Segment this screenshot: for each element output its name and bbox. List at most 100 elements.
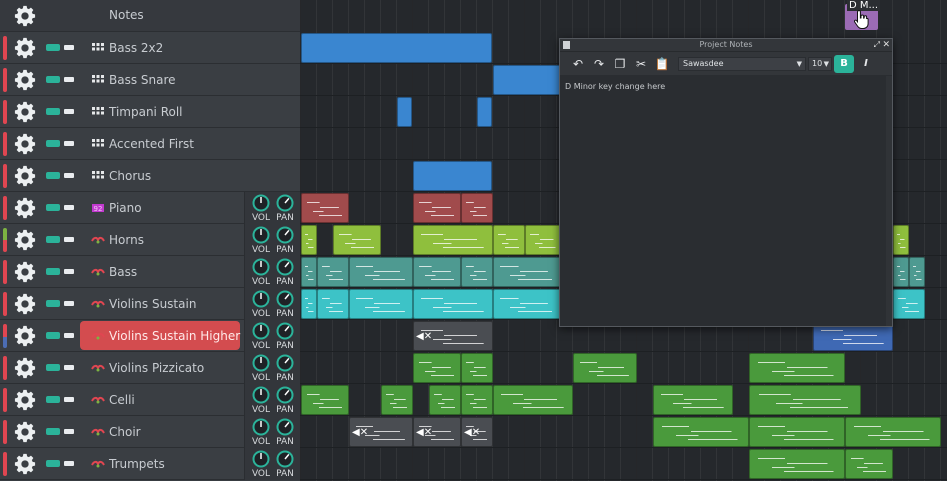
pattern-clip[interactable] — [317, 289, 349, 319]
mute-toggle[interactable] — [46, 460, 60, 467]
pattern-clip[interactable] — [333, 225, 381, 255]
knob-icon[interactable] — [252, 418, 270, 436]
solo-toggle[interactable] — [64, 269, 74, 274]
track-color-strip[interactable] — [3, 452, 7, 476]
gear-icon[interactable] — [14, 453, 36, 475]
solo-toggle[interactable] — [64, 237, 74, 242]
pattern-clip[interactable] — [893, 289, 925, 319]
gear-icon[interactable] — [14, 165, 36, 187]
knob-icon[interactable] — [252, 194, 270, 212]
mute-toggle[interactable] — [46, 172, 60, 179]
mute-toggle[interactable] — [46, 268, 60, 275]
pattern-clip[interactable] — [461, 353, 493, 383]
pattern-clip[interactable] — [301, 225, 317, 255]
solo-toggle[interactable] — [64, 45, 74, 50]
track-color-strip[interactable] — [3, 388, 7, 412]
track-color-strip[interactable] — [3, 260, 7, 284]
knob-icon[interactable] — [276, 226, 294, 244]
italic-button[interactable]: I — [859, 56, 873, 72]
knob-icon[interactable] — [252, 386, 270, 404]
knob-icon[interactable] — [276, 194, 294, 212]
pattern-clip[interactable] — [845, 417, 941, 447]
pattern-clip[interactable] — [301, 193, 349, 223]
solo-toggle[interactable] — [64, 77, 74, 82]
knob-icon[interactable] — [252, 450, 270, 468]
solo-toggle[interactable] — [64, 429, 74, 434]
undo-icon[interactable]: ↶ — [570, 56, 586, 72]
pattern-clip[interactable] — [477, 97, 492, 127]
close-icon[interactable]: ✕ — [882, 39, 890, 51]
pattern-clip[interactable] — [493, 385, 573, 415]
font-size-select[interactable]: 10 ▼ — [808, 57, 832, 71]
pattern-clip[interactable] — [413, 289, 493, 319]
track-header[interactable]: 92 Piano VOL PAN — [0, 192, 300, 224]
pattern-clip[interactable] — [493, 65, 561, 95]
bold-button[interactable]: B — [834, 55, 854, 73]
project-notes-window[interactable]: Project Notes ⤢ ✕ ↶ ↷ ❐ ✂ 📋 Sawasdee ▼ 1… — [559, 38, 893, 327]
pattern-clip[interactable] — [349, 257, 413, 287]
pattern-clip[interactable] — [397, 97, 412, 127]
track-color-strip[interactable] — [3, 292, 7, 316]
track-header[interactable]: Bass VOL PAN — [0, 256, 300, 288]
gear-icon[interactable] — [14, 261, 36, 283]
track-color-strip[interactable] — [3, 100, 7, 124]
pattern-clip[interactable] — [749, 385, 861, 415]
pattern-clip[interactable] — [413, 353, 461, 383]
track-color-strip[interactable] — [3, 68, 7, 92]
pattern-clip[interactable] — [573, 353, 637, 383]
gear-icon[interactable] — [14, 421, 36, 443]
mute-toggle[interactable] — [46, 108, 60, 115]
track-color-strip[interactable] — [3, 420, 7, 444]
solo-toggle[interactable] — [64, 397, 74, 402]
knob-icon[interactable] — [252, 322, 270, 340]
solo-toggle[interactable] — [64, 301, 74, 306]
pattern-clip[interactable]: ◀✕ — [413, 417, 461, 447]
mute-toggle[interactable] — [46, 140, 60, 147]
knob-icon[interactable] — [276, 258, 294, 276]
maximize-icon[interactable]: ⤢ — [874, 39, 880, 51]
font-select[interactable]: Sawasdee ▼ — [678, 57, 806, 71]
track-color-strip[interactable] — [3, 324, 7, 348]
track-header[interactable]: Bass 2x2 — [0, 32, 300, 64]
knob-icon[interactable] — [276, 322, 294, 340]
gear-icon[interactable] — [14, 293, 36, 315]
solo-toggle[interactable] — [64, 109, 74, 114]
pattern-clip[interactable] — [893, 225, 909, 255]
solo-toggle[interactable] — [64, 333, 74, 338]
track-color-strip[interactable] — [3, 356, 7, 380]
mute-toggle[interactable] — [46, 236, 60, 243]
solo-toggle[interactable] — [64, 461, 74, 466]
arrangement-track-lane[interactable] — [300, 384, 947, 416]
pattern-clip[interactable] — [493, 225, 525, 255]
pattern-clip[interactable] — [525, 225, 561, 255]
pattern-clip[interactable]: ◀✕ — [413, 321, 493, 351]
pattern-clip[interactable] — [317, 257, 349, 287]
gear-icon[interactable] — [14, 133, 36, 155]
pattern-clip[interactable] — [653, 385, 733, 415]
pattern-clip[interactable] — [909, 257, 925, 287]
mute-toggle[interactable] — [46, 332, 60, 339]
knob-icon[interactable] — [276, 450, 294, 468]
pattern-clip[interactable] — [301, 33, 492, 63]
track-color-strip[interactable] — [3, 228, 7, 252]
gear-icon[interactable] — [14, 229, 36, 251]
mute-toggle[interactable] — [46, 364, 60, 371]
paste-icon[interactable]: 📋 — [654, 56, 670, 72]
pattern-clip[interactable]: ◀✕ — [349, 417, 413, 447]
pattern-clip[interactable] — [413, 193, 461, 223]
track-header[interactable]: Chorus — [0, 160, 300, 192]
solo-toggle[interactable] — [64, 141, 74, 146]
pattern-clip[interactable] — [749, 417, 845, 447]
track-color-strip[interactable] — [3, 196, 7, 220]
pattern-clip[interactable] — [301, 385, 349, 415]
pattern-clip[interactable]: ◀✕ — [461, 417, 493, 447]
track-header[interactable]: Accented First — [0, 128, 300, 160]
track-header[interactable]: Bass Snare — [0, 64, 300, 96]
pattern-clip[interactable] — [461, 193, 493, 223]
pattern-clip[interactable] — [493, 257, 561, 287]
track-color-strip[interactable] — [3, 164, 7, 188]
gear-icon[interactable] — [14, 5, 36, 27]
pattern-clip[interactable] — [749, 449, 845, 479]
track-header[interactable]: Timpani Roll — [0, 96, 300, 128]
gear-icon[interactable] — [14, 357, 36, 379]
